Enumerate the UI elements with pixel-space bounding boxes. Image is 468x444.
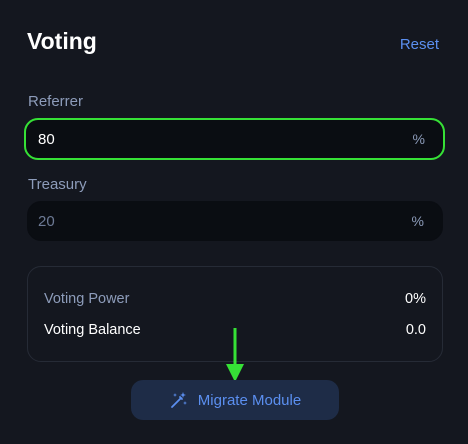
- referrer-label: Referrer: [28, 93, 84, 110]
- treasury-value: 20: [38, 212, 55, 230]
- voting-balance-value: 0.0: [405, 322, 426, 338]
- voting-balance-label: Voting Balance: [44, 322, 141, 338]
- magic-wand-icon: [170, 392, 187, 408]
- voting-power-row: Voting Power 0%: [44, 291, 426, 307]
- treasury-unit: %: [411, 213, 424, 229]
- voting-panel: Voting Reset Referrer 80 % Treasury 20 %…: [0, 0, 468, 444]
- page-title: Voting: [27, 28, 97, 54]
- migrate-module-button[interactable]: Migrate Module: [131, 380, 339, 420]
- treasury-input[interactable]: 20 %: [27, 201, 443, 241]
- treasury-label: Treasury: [28, 176, 87, 193]
- migrate-module-label: Migrate Module: [197, 391, 302, 409]
- referrer-value: 80: [38, 130, 55, 148]
- annotation-arrow-icon: [226, 328, 244, 382]
- reset-link[interactable]: Reset: [400, 36, 439, 53]
- referrer-unit: %: [412, 131, 425, 147]
- referrer-input[interactable]: 80 %: [24, 118, 445, 160]
- voting-power-label: Voting Power: [44, 291, 130, 307]
- voting-power-value: 0%: [405, 291, 426, 307]
